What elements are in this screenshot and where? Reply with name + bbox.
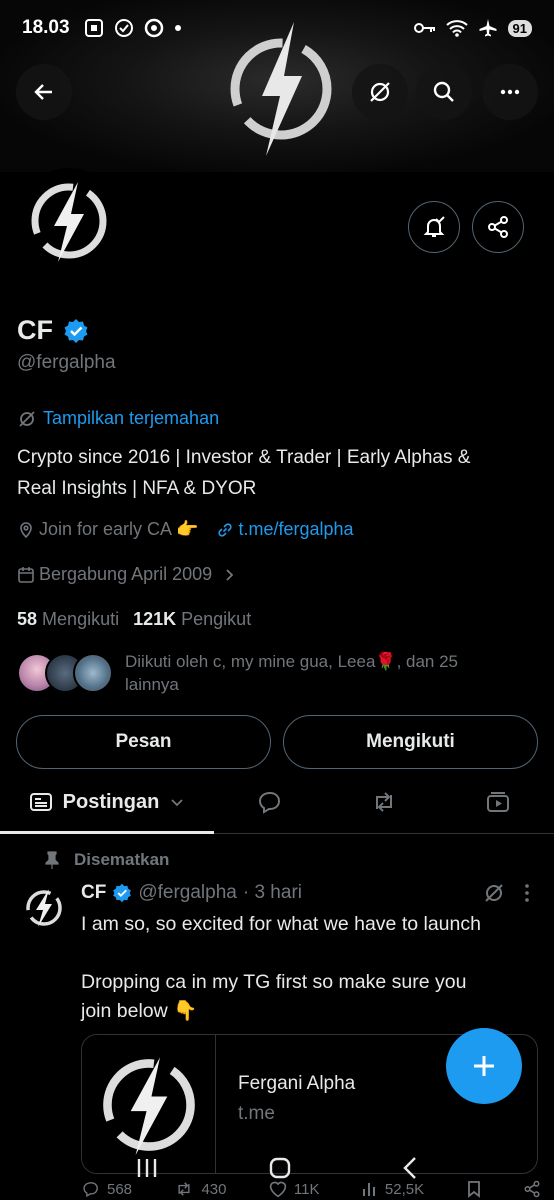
translate-icon[interactable] bbox=[483, 882, 505, 904]
recent-apps-icon[interactable] bbox=[135, 1157, 159, 1179]
more-button[interactable] bbox=[482, 64, 538, 120]
profile-tabs: Postingan bbox=[0, 772, 554, 834]
media-icon bbox=[487, 792, 509, 812]
chevron-right-icon bbox=[226, 568, 234, 581]
battery-level: 91 bbox=[507, 19, 532, 37]
dot-icon bbox=[174, 25, 181, 31]
translate-icon bbox=[370, 82, 390, 102]
post-time: · 3 hari bbox=[242, 882, 302, 903]
profile-avatar[interactable] bbox=[16, 168, 122, 274]
back-icon[interactable] bbox=[401, 1156, 419, 1180]
check-badge-icon bbox=[114, 19, 133, 37]
pinned-label: Disematkan bbox=[44, 850, 169, 870]
status-time: 18.03 bbox=[22, 17, 70, 38]
tab-media[interactable] bbox=[466, 772, 530, 832]
screenshot-icon bbox=[84, 19, 103, 37]
post-body: I am so, so excited for what we have to … bbox=[81, 910, 541, 1026]
more-vertical-icon[interactable] bbox=[523, 882, 531, 904]
calendar-icon bbox=[18, 566, 34, 583]
link-icon bbox=[218, 522, 233, 537]
system-nav-bar bbox=[0, 1148, 554, 1188]
location-icon bbox=[20, 521, 32, 538]
followed-by-line: Diikuti oleh c, my mine gua, Leea🌹, dan … bbox=[125, 652, 459, 671]
lightning-logo-icon bbox=[31, 182, 107, 262]
profile-location: Join for early CA 👉 bbox=[39, 519, 199, 539]
lightning-logo-icon bbox=[102, 1057, 195, 1156]
profile-joined-row[interactable]: Bergabung April 2009 bbox=[17, 564, 236, 585]
show-translation-link[interactable]: Tampilkan terjemahan bbox=[17, 408, 219, 429]
post-author-name[interactable]: CF bbox=[81, 882, 106, 904]
show-translation-label: Tampilkan terjemahan bbox=[43, 408, 220, 428]
posts-icon bbox=[29, 793, 52, 811]
followers-count: 121K bbox=[133, 609, 177, 629]
link-card-domain: t.me bbox=[238, 1103, 275, 1124]
followed-by-text: Diikuti oleh c, my mine gua, Leea🌹, dan … bbox=[125, 650, 515, 696]
search-button[interactable] bbox=[416, 64, 472, 120]
tab-replies[interactable] bbox=[238, 772, 302, 832]
followers-stat[interactable]: 121K Pengikut bbox=[133, 609, 251, 630]
tab-posts[interactable]: Postingan bbox=[0, 772, 214, 834]
following-count: 58 bbox=[17, 609, 38, 629]
verified-badge-icon bbox=[113, 883, 132, 903]
followers-label: Pengikut bbox=[181, 609, 252, 629]
profile-bio: Crypto since 2016 | Investor & Trader | … bbox=[17, 442, 537, 504]
bell-check-icon bbox=[423, 216, 445, 237]
tab-posts-label: Postingan bbox=[62, 790, 160, 813]
message-button[interactable]: Pesan bbox=[16, 715, 271, 769]
home-icon[interactable] bbox=[268, 1156, 292, 1180]
follow-stats: 58 Mengikuti 121K Pengikut bbox=[17, 609, 251, 630]
status-bar: 18.03 91 bbox=[0, 0, 554, 56]
profile-location-row: Join for early CA 👉 t.me/fergalpha bbox=[17, 519, 354, 540]
profile-name-text: CF bbox=[17, 315, 53, 345]
post-author-avatar[interactable] bbox=[20, 884, 68, 932]
tab-reposts[interactable] bbox=[352, 772, 416, 832]
lightning-logo-icon bbox=[26, 889, 62, 927]
follower-avatar bbox=[73, 653, 113, 693]
share-icon bbox=[488, 216, 508, 238]
following-label: Mengikuti bbox=[42, 609, 120, 629]
profile-website-link[interactable]: t.me/fergalpha bbox=[238, 519, 353, 540]
arrow-left-icon bbox=[34, 84, 52, 100]
profile-joined-date: Bergabung April 2009 bbox=[39, 564, 213, 584]
bio-line: Real Insights | NFA & DYOR bbox=[17, 478, 257, 499]
pin-icon bbox=[45, 851, 59, 869]
post-text-line: Dropping ca in my TG first so make sure … bbox=[81, 971, 467, 993]
profile-name: CF bbox=[17, 315, 89, 346]
share-button[interactable] bbox=[472, 201, 524, 253]
translate-button[interactable] bbox=[352, 64, 408, 120]
notification-button[interactable] bbox=[408, 201, 460, 253]
translate-icon bbox=[19, 410, 35, 427]
compose-button[interactable] bbox=[446, 1028, 522, 1104]
chevron-down-icon bbox=[171, 799, 183, 807]
profile-handle: @fergalpha bbox=[17, 352, 116, 373]
active-tab-indicator bbox=[0, 831, 214, 834]
verified-badge-icon bbox=[64, 318, 88, 343]
post-text-line: join below 👇 bbox=[81, 1000, 198, 1022]
following-stat[interactable]: 58 Mengikuti bbox=[17, 609, 119, 630]
search-icon bbox=[433, 81, 454, 102]
post-author-handle[interactable]: @fergalpha bbox=[138, 882, 237, 904]
more-horizontal-icon bbox=[500, 89, 520, 95]
app-icon bbox=[144, 18, 163, 38]
plus-icon bbox=[474, 1056, 494, 1076]
link-card-title: Fergani Alpha bbox=[238, 1073, 356, 1094]
followed-by-row[interactable]: Diikuti oleh c, my mine gua, Leea🌹, dan … bbox=[17, 650, 515, 696]
airplane-icon bbox=[479, 19, 497, 37]
post-text-line: I am so, so excited for what we have to … bbox=[81, 913, 481, 935]
followed-by-line: lainnya bbox=[125, 675, 179, 694]
repost-icon bbox=[376, 792, 392, 812]
pinned-text: Disematkan bbox=[74, 850, 170, 869]
key-icon bbox=[413, 23, 435, 33]
following-button[interactable]: Mengikuti bbox=[283, 715, 538, 769]
bio-line: Crypto since 2016 | Investor & Trader | … bbox=[17, 447, 471, 468]
reply-icon bbox=[258, 791, 281, 814]
back-button[interactable] bbox=[16, 64, 72, 120]
post-header: CF @fergalpha · 3 hari bbox=[81, 882, 531, 904]
wifi-icon bbox=[445, 20, 468, 37]
